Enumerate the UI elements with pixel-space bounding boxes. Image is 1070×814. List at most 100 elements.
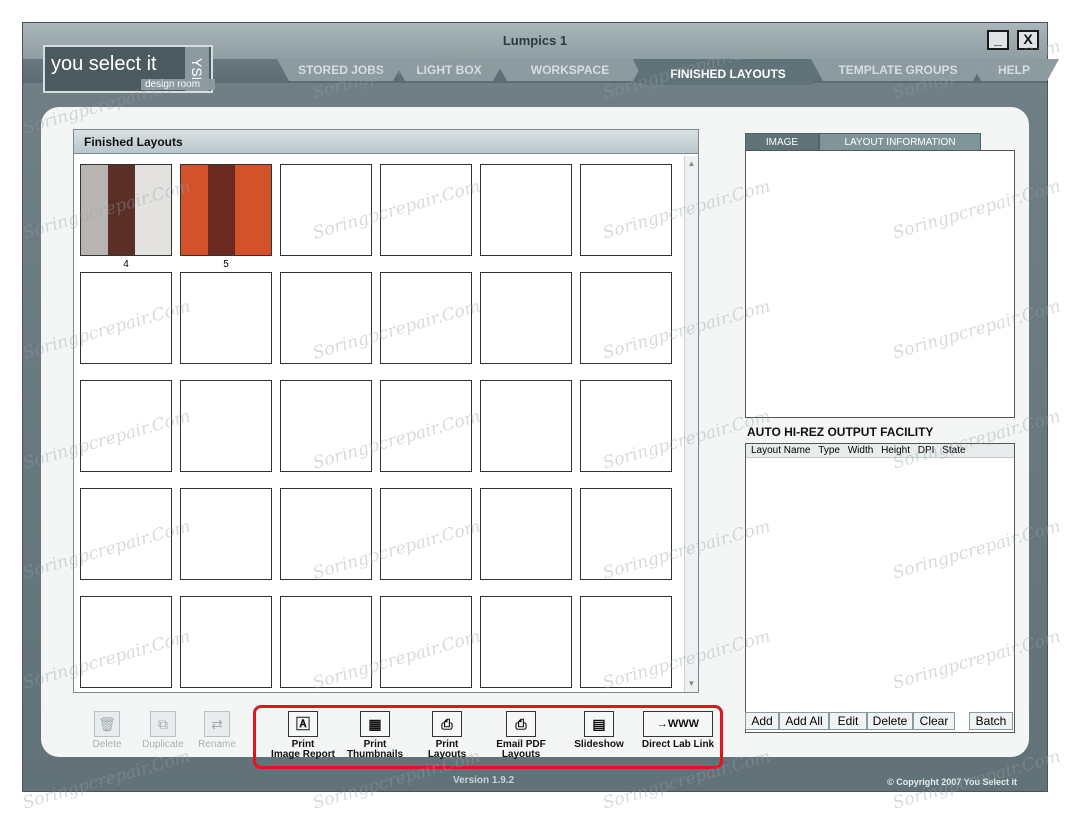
col-height[interactable]: Height bbox=[881, 445, 910, 456]
main-content: Finished Layouts 4 5 ▲ ▼ IMAGE LAYOUT INF… bbox=[41, 107, 1029, 769]
tab-template-groups[interactable]: TEMPLATE GROUPS bbox=[811, 59, 985, 81]
rename-button[interactable]: ⇄ Rename bbox=[191, 711, 243, 750]
layout-thumbnail bbox=[81, 165, 171, 255]
layout-slot[interactable] bbox=[280, 488, 372, 580]
layout-thumbnail bbox=[181, 165, 271, 255]
layout-slot[interactable] bbox=[480, 272, 572, 364]
print-thumbnails-button[interactable]: ▦ Print Thumbnails bbox=[335, 711, 415, 760]
close-button[interactable]: X bbox=[1017, 30, 1039, 50]
col-width[interactable]: Width bbox=[848, 445, 874, 456]
main-tabs: STORED JOBS LIGHT BOX WORKSPACE FINISHED… bbox=[263, 59, 1049, 85]
layout-slot[interactable]: 5 bbox=[180, 164, 272, 270]
slideshow-button[interactable]: ▤ Slideshow bbox=[559, 711, 639, 750]
print-image-report-line2: Image Report bbox=[271, 749, 335, 760]
tab-stored-jobs[interactable]: STORED JOBS bbox=[277, 59, 405, 81]
layout-slot[interactable] bbox=[380, 164, 472, 256]
printer-icon: ⎙ bbox=[432, 711, 462, 737]
email-pdf-line2: Layouts bbox=[501, 749, 541, 760]
layout-slot[interactable] bbox=[580, 380, 672, 472]
col-dpi[interactable]: DPI bbox=[918, 445, 935, 456]
rename-label: Rename bbox=[198, 739, 236, 750]
direct-lab-link-label: Direct Lab Link bbox=[641, 739, 715, 750]
delete-label: Delete bbox=[92, 739, 122, 750]
delete-output-button[interactable]: Delete bbox=[867, 712, 913, 730]
minimize-button[interactable]: _ bbox=[987, 30, 1009, 50]
col-type[interactable]: Type bbox=[818, 445, 840, 456]
duplicate-label: Duplicate bbox=[142, 739, 184, 750]
scroll-up-arrow-icon[interactable]: ▲ bbox=[685, 158, 698, 170]
layout-slot[interactable] bbox=[80, 488, 172, 580]
logo-subtitle: design room bbox=[141, 79, 215, 90]
layout-slot[interactable] bbox=[80, 596, 172, 688]
image-report-icon: 🄰 bbox=[288, 711, 318, 737]
col-state[interactable]: State bbox=[942, 445, 965, 456]
layout-slot[interactable] bbox=[280, 272, 372, 364]
email-printer-icon: ⎙ bbox=[506, 711, 536, 737]
print-layouts-button[interactable]: ⎙ Print Layouts bbox=[407, 711, 487, 760]
layout-slot[interactable] bbox=[280, 596, 372, 688]
tab-finished-layouts[interactable]: FINISHED LAYOUTS bbox=[633, 59, 823, 85]
app-logo: you select it YSI design room bbox=[43, 45, 215, 93]
layout-slot[interactable] bbox=[480, 164, 572, 256]
print-image-report-button[interactable]: 🄰 Print Image Report bbox=[263, 711, 343, 760]
tab-help[interactable]: HELP bbox=[969, 59, 1059, 81]
layout-slot[interactable] bbox=[380, 488, 472, 580]
panel-title: Finished Layouts bbox=[74, 130, 698, 154]
thumbnails-icon: ▦ bbox=[360, 711, 390, 737]
layout-slot[interactable] bbox=[480, 488, 572, 580]
layout-slot[interactable] bbox=[380, 380, 472, 472]
web-link-icon: →WWW bbox=[643, 711, 713, 737]
duplicate-icon: ⧉ bbox=[150, 711, 176, 737]
layout-number: 5 bbox=[223, 259, 229, 270]
hirez-output-list[interactable]: Layout Name Type Width Height DPI State bbox=[745, 443, 1015, 733]
batch-button[interactable]: Batch bbox=[969, 712, 1013, 730]
layout-slot[interactable] bbox=[80, 272, 172, 364]
layout-slot[interactable] bbox=[280, 380, 372, 472]
email-pdf-layouts-button[interactable]: ⎙ Email PDF Layouts bbox=[481, 711, 561, 760]
direct-lab-link-button[interactable]: →WWW Direct Lab Link bbox=[635, 711, 721, 750]
clear-button[interactable]: Clear bbox=[913, 712, 955, 730]
hirez-header-row: Layout Name Type Width Height DPI State bbox=[746, 444, 1014, 458]
image-preview bbox=[745, 150, 1015, 418]
add-button[interactable]: Add bbox=[745, 712, 779, 730]
layout-slot[interactable] bbox=[480, 380, 572, 472]
delete-button[interactable]: 🗑 Delete bbox=[81, 711, 133, 750]
layout-number: 4 bbox=[123, 259, 129, 270]
layout-slot[interactable] bbox=[180, 272, 272, 364]
version-text: Version 1.9.2 bbox=[453, 775, 515, 786]
layout-slot[interactable] bbox=[180, 596, 272, 688]
info-tabs: IMAGE LAYOUT INFORMATION bbox=[745, 133, 981, 151]
layout-slot[interactable] bbox=[180, 380, 272, 472]
col-layout-name[interactable]: Layout Name bbox=[751, 445, 810, 456]
copyright-text: © Copyright 2007 You Select it bbox=[887, 777, 1017, 787]
tab-light-box[interactable]: LIGHT BOX bbox=[393, 59, 505, 81]
layout-slot[interactable] bbox=[280, 164, 372, 256]
logo-main-text: you select it bbox=[51, 53, 157, 75]
layout-slot[interactable] bbox=[380, 596, 472, 688]
hirez-title: AUTO HI-REZ OUTPUT FACILITY bbox=[747, 425, 934, 439]
film-strip-icon: ▤ bbox=[584, 711, 614, 737]
layout-slot[interactable] bbox=[580, 488, 672, 580]
tab-image[interactable]: IMAGE bbox=[745, 133, 819, 151]
vertical-scrollbar[interactable]: ▲ ▼ bbox=[684, 156, 698, 692]
trash-icon: 🗑 bbox=[94, 711, 120, 737]
duplicate-button[interactable]: ⧉ Duplicate bbox=[137, 711, 189, 750]
print-layouts-line2: Layouts bbox=[427, 749, 467, 760]
add-all-button[interactable]: Add All bbox=[779, 712, 829, 730]
layout-slot[interactable] bbox=[80, 380, 172, 472]
tab-workspace[interactable]: WORKSPACE bbox=[495, 59, 645, 81]
layout-slot[interactable] bbox=[580, 164, 672, 256]
layout-slot[interactable] bbox=[180, 488, 272, 580]
application-window: Lumpics 1 _ X you select it YSI design r… bbox=[22, 22, 1048, 792]
tab-layout-information[interactable]: LAYOUT INFORMATION bbox=[819, 133, 981, 151]
print-thumbnails-line2: Thumbnails bbox=[346, 749, 404, 760]
layout-slot[interactable] bbox=[580, 272, 672, 364]
layout-slot[interactable] bbox=[580, 596, 672, 688]
edit-button[interactable]: Edit bbox=[829, 712, 867, 730]
layout-slot[interactable] bbox=[480, 596, 572, 688]
finished-layouts-panel: Finished Layouts 4 5 ▲ ▼ bbox=[73, 129, 699, 693]
layout-slot[interactable]: 4 bbox=[80, 164, 172, 270]
rename-icon: ⇄ bbox=[204, 711, 230, 737]
layout-slot[interactable] bbox=[380, 272, 472, 364]
scroll-down-arrow-icon[interactable]: ▼ bbox=[685, 678, 698, 690]
